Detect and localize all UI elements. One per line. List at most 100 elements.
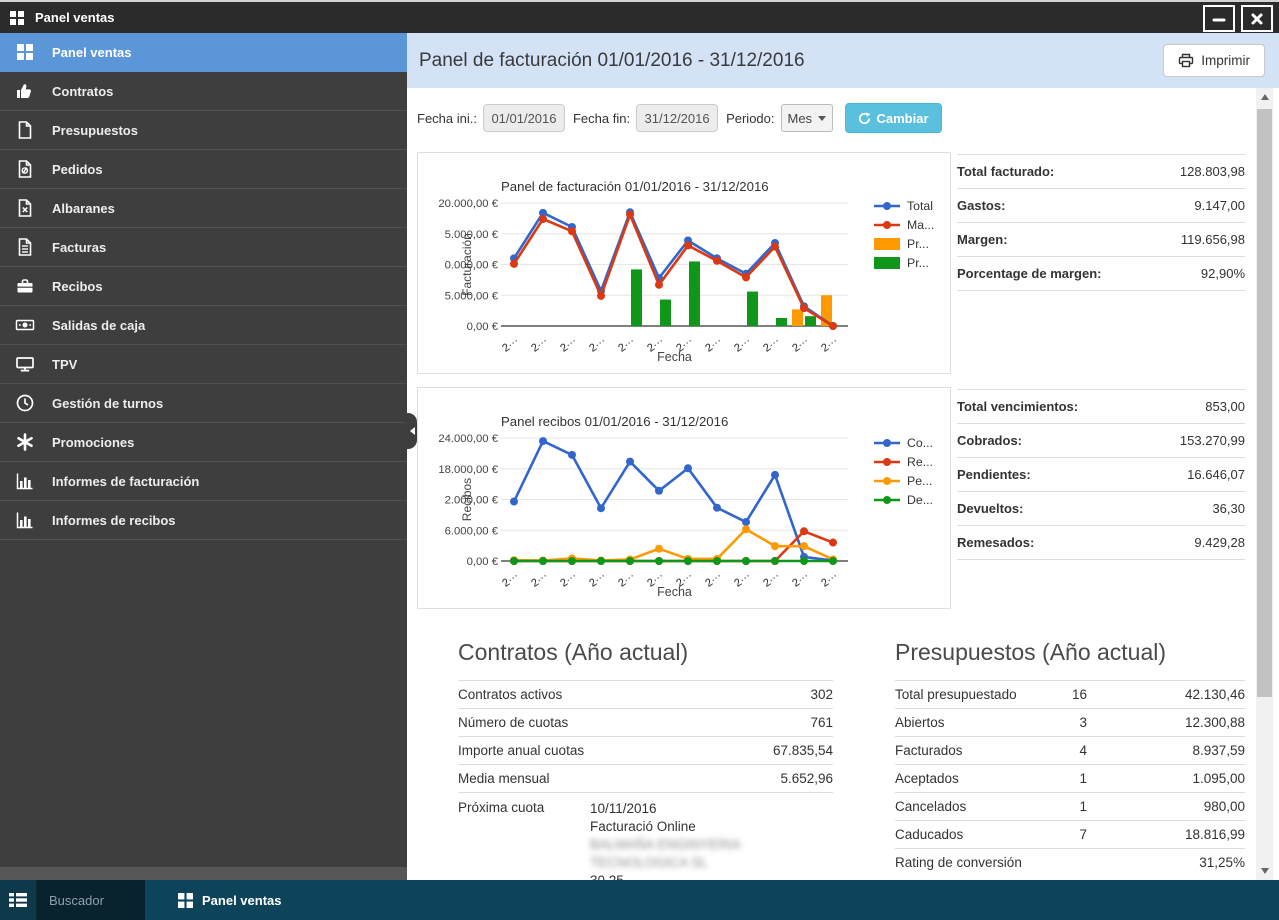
sidebar-item-label: Panel ventas: [52, 45, 132, 60]
svg-text:De...: De...: [907, 493, 933, 507]
row-amount: 8.937,59: [1087, 743, 1245, 758]
svg-text:0,00 €: 0,00 €: [467, 556, 499, 568]
sidebar-item-albaranes[interactable]: Albaranes: [0, 189, 407, 228]
facturacion-chart-panel: Panel de facturación 01/01/2016 - 31/12/…: [417, 152, 951, 374]
sidebar-item-panel-ventas[interactable]: Panel ventas: [0, 33, 407, 72]
stat-value: 9.147,00: [1194, 198, 1245, 213]
svg-text:2···: 2···: [761, 335, 782, 355]
periodo-select[interactable]: Mes: [781, 104, 833, 132]
row-value: 302: [810, 687, 833, 702]
contratos-table: Contratos activos 302 Número de cuotas 7…: [458, 680, 833, 880]
svg-text:2···: 2···: [819, 570, 840, 590]
sidebar-item-contratos[interactable]: Contratos: [0, 72, 407, 111]
svg-text:2···: 2···: [703, 335, 724, 355]
sidebar-item-salidas-de-caja[interactable]: Salidas de caja: [0, 306, 407, 345]
scroll-up-button[interactable]: [1256, 88, 1273, 106]
sidebar-item-label: Informes de facturación: [52, 474, 199, 489]
minimize-button[interactable]: [1203, 5, 1235, 32]
stat-row: Porcentage de margen: 92,90%: [957, 257, 1245, 291]
stat-row: Margen: 119.656,98: [957, 223, 1245, 257]
table-row: Media mensual 5.652,96: [458, 764, 833, 792]
svg-text:5.000,00 €: 5.000,00 €: [445, 229, 499, 241]
window-titlebar: Panel ventas: [0, 0, 1279, 33]
cambiar-button[interactable]: Cambiar: [845, 103, 942, 133]
proxima-cuota-importe: 30.25: [590, 872, 833, 880]
svg-text:5.000,00 €: 5.000,00 €: [445, 290, 499, 302]
sidebar-item-gestion-de-turnos[interactable]: Gestión de turnos: [0, 384, 407, 423]
chevron-left-icon: [410, 427, 415, 435]
recibos-chart: Panel recibos 01/01/2016 - 31/12/2016Rec…: [418, 388, 950, 608]
recibos-chart-panel: Panel recibos 01/01/2016 - 31/12/2016Rec…: [417, 387, 951, 609]
svg-text:2···: 2···: [558, 335, 579, 355]
app-grid-icon: [10, 11, 24, 25]
sidebar-item-informes-de-facturacion[interactable]: Informes de facturación: [0, 462, 407, 501]
taskbar-menu-button[interactable]: [0, 880, 37, 920]
row-count: 3: [1037, 715, 1087, 730]
svg-text:2···: 2···: [732, 570, 753, 590]
sidebar-item-label: Facturas: [52, 240, 106, 255]
sidebar-collapse-handle[interactable]: [405, 413, 417, 449]
stat-row: Total vencimientos: 853,00: [957, 390, 1245, 424]
close-button[interactable]: [1241, 5, 1273, 32]
sidebar-item-label: Salidas de caja: [52, 318, 145, 333]
svg-text:2···: 2···: [587, 335, 608, 355]
stat-label: Porcentage de margen:: [957, 266, 1102, 281]
svg-text:2···: 2···: [529, 570, 550, 590]
list-menu-icon: [8, 891, 28, 909]
sidebar-item-informes-de-recibos[interactable]: Informes de recibos: [0, 501, 407, 540]
printer-icon: [1178, 53, 1194, 68]
print-button[interactable]: Imprimir: [1163, 44, 1265, 77]
row-count: 16: [1037, 687, 1087, 702]
recibos-stats: Total vencimientos: 853,00 Cobrados: 153…: [957, 389, 1245, 560]
table-row: Facturados 4 8.937,59: [895, 736, 1245, 764]
stat-row: Gastos: 9.147,00: [957, 189, 1245, 223]
contratos-section-title: Contratos (Año actual): [458, 639, 688, 666]
stat-label: Total facturado:: [957, 164, 1054, 179]
sidebar-item-tpv[interactable]: TPV: [0, 345, 407, 384]
stat-label: Devueltos:: [957, 501, 1023, 516]
taskbar-tab-buscador[interactable]: Buscador: [37, 880, 145, 920]
row-label: Caducados: [895, 827, 1037, 842]
sidebar-item-pedidos[interactable]: Pedidos: [0, 150, 407, 189]
sidebar-item-label: Albaranes: [52, 201, 115, 216]
row-label: Total presupuestado: [895, 687, 1037, 702]
sidebar-item-promociones[interactable]: Promociones: [0, 423, 407, 462]
proxima-cuota-row: Próxima cuota 10/11/2016 Facturació Onli…: [458, 792, 833, 880]
stat-value: 16.646,07: [1187, 467, 1245, 482]
app-window: Panel ventas Panel ventas Contratos Pres…: [0, 0, 1279, 920]
fecha-fin-input[interactable]: [636, 104, 718, 132]
sidebar-item-presupuestos[interactable]: Presupuestos: [0, 111, 407, 150]
scrollbar-thumb[interactable]: [1257, 109, 1272, 697]
cambiar-button-label: Cambiar: [877, 111, 929, 126]
svg-text:Pr...: Pr...: [907, 237, 929, 251]
row-label: Media mensual: [458, 771, 550, 786]
row-value: 5.652,96: [780, 771, 833, 786]
row-label: Próxima cuota: [458, 800, 590, 815]
sidebar-item-recibos[interactable]: Recibos: [0, 267, 407, 306]
taskbar-tab-panel-ventas[interactable]: Panel ventas: [145, 880, 282, 920]
row-amount: 1.095,00: [1087, 771, 1245, 786]
vertical-scrollbar[interactable]: [1256, 88, 1273, 880]
proxima-cuota-fecha: 10/11/2016: [590, 800, 833, 818]
stat-value: 853,00: [1205, 399, 1245, 414]
asterisk-icon: [13, 432, 37, 452]
svg-text:Re...: Re...: [907, 455, 933, 469]
row-amount: 18.816,99: [1087, 827, 1245, 842]
row-count: 1: [1037, 771, 1087, 786]
fecha-ini-input[interactable]: [483, 104, 565, 132]
stat-row: Devueltos: 36,30: [957, 492, 1245, 526]
sidebar-item-label: Promociones: [52, 435, 134, 450]
row-label: Abiertos: [895, 715, 1037, 730]
chevron-down-icon: [818, 116, 826, 121]
svg-text:24.000,00 €: 24.000,00 €: [438, 433, 498, 445]
main-content: Fecha ini.: Fecha fin: Periodo: Mes Camb…: [407, 88, 1279, 880]
scroll-down-button[interactable]: [1256, 862, 1273, 880]
close-icon: [1250, 12, 1264, 26]
row-value: 67.835,54: [773, 743, 833, 758]
row-count: 1: [1037, 799, 1087, 814]
triangle-down-icon: [1261, 868, 1269, 874]
proxima-cuota-cliente-blurred: BALMAÑA ENGINYERIA TECNOLOGICA SL: [590, 836, 833, 872]
table-row: Cancelados 1 980,00: [895, 792, 1245, 820]
row-value: 761: [810, 715, 833, 730]
sidebar-item-facturas[interactable]: Facturas: [0, 228, 407, 267]
